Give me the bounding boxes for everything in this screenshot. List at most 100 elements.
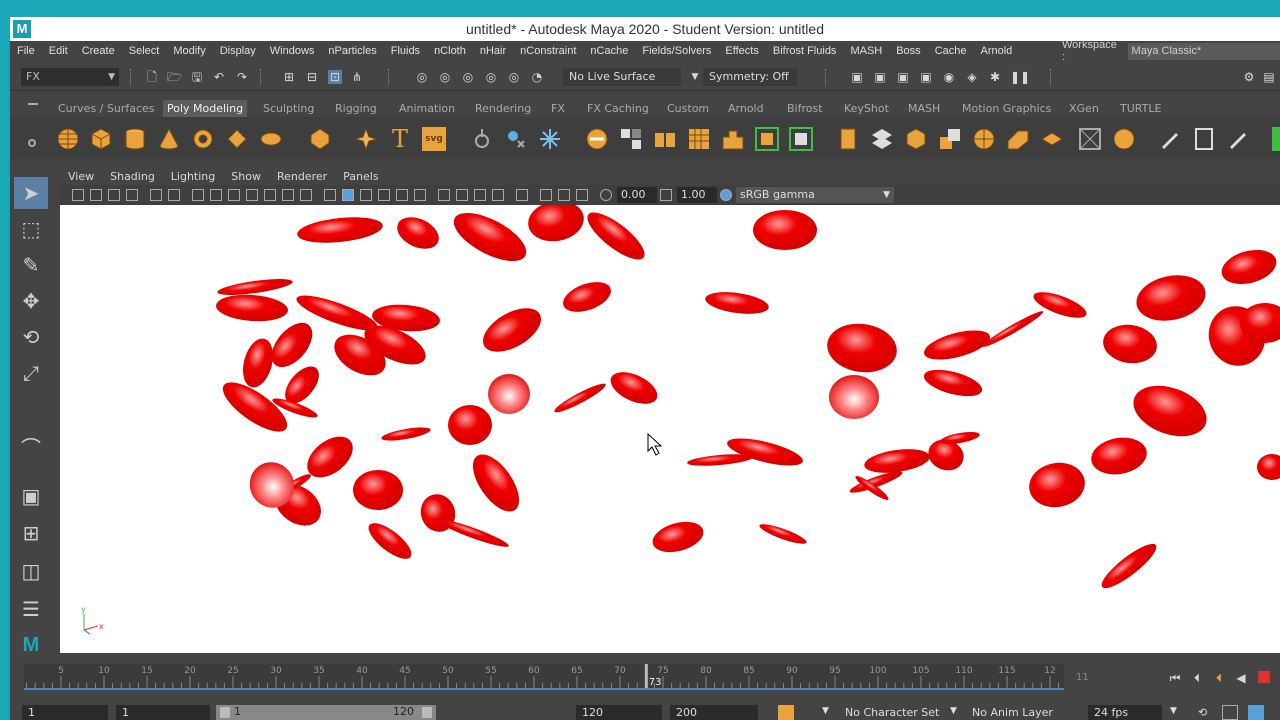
menu-arnold[interactable]: Arnold xyxy=(973,45,1019,57)
menu-set-select[interactable]: FX ▼ xyxy=(21,68,119,86)
shelf-tab-bifrost[interactable]: Bifrost xyxy=(783,100,827,117)
menu-nparticles[interactable]: nParticles xyxy=(321,45,383,57)
sidebar-toggle-icon[interactable]: ▤ xyxy=(1262,70,1276,84)
wireframe-icon[interactable] xyxy=(324,189,336,201)
offset-edge-loop-icon[interactable] xyxy=(870,127,894,151)
last-tool-icon[interactable]: ⌒ xyxy=(14,432,48,464)
shelf-menu-icon[interactable] xyxy=(28,103,38,105)
textured-icon[interactable] xyxy=(378,189,390,201)
menu-boss[interactable]: Boss xyxy=(889,45,927,57)
menu-file[interactable]: File xyxy=(10,45,42,57)
outliner-layout-icon[interactable]: ☰ xyxy=(14,593,48,625)
snap-projected-icon[interactable]: ◎ xyxy=(484,70,498,84)
hypershade-icon[interactable]: ◉ xyxy=(942,70,956,84)
poly-torus-icon[interactable] xyxy=(191,127,215,151)
snap-grid-icon[interactable]: ◎ xyxy=(415,70,429,84)
two-view-layout-icon[interactable]: ◫ xyxy=(14,555,48,587)
shelf-tab-fx-caching[interactable]: FX Caching xyxy=(583,100,653,117)
shelf-tab-motion-graphics[interactable]: Motion Graphics xyxy=(958,100,1055,117)
poly-cylinder-icon[interactable] xyxy=(123,127,147,151)
camera-select-icon[interactable] xyxy=(72,189,84,201)
exposure-field[interactable]: 0.00 xyxy=(617,187,657,203)
perspective-viewport[interactable]: y x xyxy=(60,205,1280,653)
fill-hole-icon[interactable] xyxy=(755,127,779,151)
render-setup-icon[interactable]: ◈ xyxy=(965,70,979,84)
move-tool-icon[interactable]: ✥ xyxy=(14,285,48,317)
shelf-tab-arnold[interactable]: Arnold xyxy=(724,100,768,117)
menu-nconstraint[interactable]: nConstraint xyxy=(513,45,583,57)
combine-icon[interactable] xyxy=(470,127,494,151)
bevel-icon[interactable] xyxy=(721,127,745,151)
automatic-uv-icon[interactable] xyxy=(1078,127,1102,151)
select-hierarchy-icon[interactable]: ⊞ xyxy=(282,70,296,84)
resolution-gate-icon[interactable] xyxy=(228,189,240,201)
menu-nhair[interactable]: nHair xyxy=(473,45,513,57)
xray-icon[interactable] xyxy=(540,189,552,201)
isolate-select-icon[interactable] xyxy=(516,189,528,201)
shelf-tab-rigging[interactable]: Rigging xyxy=(331,100,381,117)
playback-end-field[interactable]: 120 xyxy=(576,705,662,720)
scale-tool-icon[interactable]: ⤢ xyxy=(14,357,48,389)
image-plane-icon[interactable] xyxy=(126,189,138,201)
layout-icon[interactable]: ⚙ xyxy=(1242,70,1256,84)
shelf-tab-sculpting[interactable]: Sculpting xyxy=(259,100,318,117)
menu-fields-solvers[interactable]: Fields/Solvers xyxy=(635,45,718,57)
mirror-icon[interactable] xyxy=(619,127,643,151)
anim-layer-select[interactable]: No Anim Layer xyxy=(972,706,1053,719)
open-scene-icon[interactable]: 🗁 xyxy=(167,70,182,84)
panel-menu-show[interactable]: Show xyxy=(223,170,269,183)
redo-icon[interactable]: ↷ xyxy=(235,70,249,84)
select-tool-icon[interactable]: ➤ xyxy=(14,177,48,209)
ambient-occlusion-icon[interactable] xyxy=(438,189,450,201)
end-time-field[interactable]: 200 xyxy=(670,705,758,720)
view-transform-select[interactable]: sRGB gamma ▼ xyxy=(736,187,894,203)
color-management-icon[interactable] xyxy=(720,189,732,201)
smooth-icon[interactable] xyxy=(538,127,562,151)
boolean-icon[interactable] xyxy=(585,127,609,151)
poly-cube-icon[interactable] xyxy=(89,127,113,151)
character-set-select[interactable]: No Character Set xyxy=(845,706,939,719)
target-weld-icon[interactable] xyxy=(904,127,928,151)
play-backwards-icon[interactable]: ◀ xyxy=(1234,671,1248,685)
playback-start-field[interactable]: 1 xyxy=(116,705,210,720)
four-view-layout-icon[interactable]: ⊞ xyxy=(14,517,48,549)
shelf-tab-poly-modeling[interactable]: Poly Modeling xyxy=(163,100,248,117)
snap-curve-icon[interactable]: ◎ xyxy=(438,70,452,84)
panel-menu-renderer[interactable]: Renderer xyxy=(269,170,335,183)
panel-menu-shading[interactable]: Shading xyxy=(102,170,163,183)
menu-edit[interactable]: Edit xyxy=(42,45,75,57)
shelf-tab-mash[interactable]: MASH xyxy=(904,100,944,117)
ipr-render-icon[interactable]: ▣ xyxy=(896,70,910,84)
shelf-tab-curves-surfaces[interactable]: Curves / Surfaces xyxy=(54,100,159,117)
chevron-down-icon[interactable]: ▼ xyxy=(950,706,957,716)
stop-icon[interactable] xyxy=(1258,671,1270,683)
menu-cache[interactable]: Cache xyxy=(928,45,974,57)
shelf-tab-rendering[interactable]: Rendering xyxy=(471,100,535,117)
gate-mask-icon[interactable] xyxy=(246,189,258,201)
menu-effects[interactable]: Effects xyxy=(718,45,765,57)
render-settings-icon[interactable]: ▣ xyxy=(919,70,933,84)
insert-edge-loop-icon[interactable] xyxy=(836,127,860,151)
symmetry-select[interactable]: Symmetry: Off xyxy=(703,68,797,86)
shelf-tab-fx[interactable]: FX xyxy=(547,100,569,117)
bookmark-icon[interactable] xyxy=(108,189,120,201)
slide-edge-icon[interactable] xyxy=(1226,127,1250,151)
current-frame-marker[interactable] xyxy=(644,664,648,688)
light-editor-icon[interactable]: ✱ xyxy=(988,70,1002,84)
camera-attributes-icon[interactable] xyxy=(90,189,102,201)
film-gate-icon[interactable] xyxy=(210,189,222,201)
rotate-tool-icon[interactable]: ⟲ xyxy=(14,321,48,353)
depth-of-field-icon[interactable] xyxy=(492,189,504,201)
connect-icon[interactable] xyxy=(938,127,962,151)
menu-bifrost-fluids[interactable]: Bifrost Fluids xyxy=(766,45,844,57)
safe-title-icon[interactable] xyxy=(300,189,312,201)
gamma-icon[interactable] xyxy=(660,189,672,201)
quad-draw-icon[interactable] xyxy=(972,127,996,151)
menu-select[interactable]: Select xyxy=(122,45,167,57)
range-end-handle[interactable] xyxy=(422,707,432,718)
uv-editor-icon[interactable] xyxy=(1112,127,1136,151)
shelf-tab-turtle[interactable]: TURTLE xyxy=(1116,100,1165,117)
use-all-lights-icon[interactable] xyxy=(396,189,408,201)
separate-icon[interactable] xyxy=(504,127,528,151)
paint-weights-icon[interactable] xyxy=(1158,127,1182,151)
